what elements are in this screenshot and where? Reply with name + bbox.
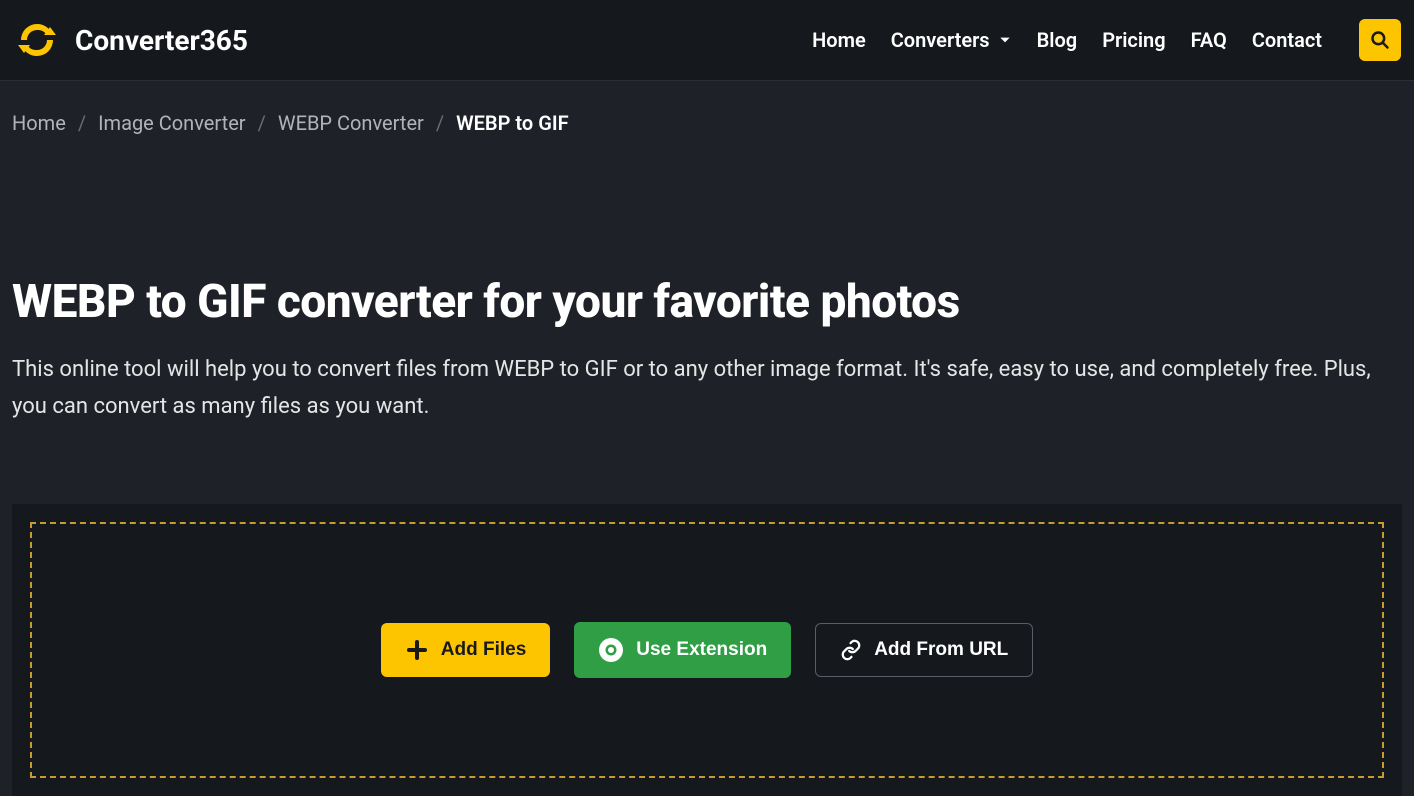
page-subtitle: This online tool will help you to conver… [12, 351, 1402, 426]
main-content: Home / Image Converter / WEBP Converter … [0, 81, 1414, 796]
add-files-button[interactable]: Add Files [381, 623, 551, 677]
search-button[interactable] [1359, 19, 1401, 61]
upload-panel: Add Files Use Extension [12, 504, 1402, 796]
breadcrumb-current: WEBP to GIF [456, 111, 568, 135]
nav-converters-label: Converters [891, 28, 990, 52]
nav-faq[interactable]: FAQ [1191, 28, 1227, 52]
page-title: WEBP to GIF converter for your favorite … [12, 275, 1402, 329]
nav-pricing[interactable]: Pricing [1102, 28, 1165, 52]
use-extension-label: Use Extension [636, 639, 767, 661]
hero: WEBP to GIF converter for your favorite … [12, 165, 1402, 486]
chevron-down-icon [998, 33, 1012, 47]
main-nav: Home Converters Blog Pricing FAQ Contact [812, 19, 1401, 61]
nav-converters[interactable]: Converters [891, 28, 1012, 52]
use-extension-button[interactable]: Use Extension [574, 622, 791, 678]
upload-dropzone[interactable]: Add Files Use Extension [30, 522, 1384, 778]
add-from-url-button[interactable]: Add From URL [815, 623, 1033, 677]
add-from-url-label: Add From URL [874, 639, 1008, 661]
logo-area[interactable]: Converter365 [13, 16, 248, 64]
header: Converter365 Home Converters Blog Pricin… [0, 0, 1414, 81]
breadcrumb-separator: / [436, 111, 444, 135]
nav-contact[interactable]: Contact [1252, 28, 1322, 52]
breadcrumb-image-converter[interactable]: Image Converter [98, 111, 245, 135]
logo-icon [13, 16, 61, 64]
add-files-label: Add Files [441, 639, 527, 661]
brand-name: Converter365 [75, 24, 248, 57]
plus-icon [405, 638, 429, 662]
breadcrumb-separator: / [258, 111, 266, 135]
nav-blog[interactable]: Blog [1037, 28, 1078, 52]
breadcrumb-webp-converter[interactable]: WEBP Converter [278, 111, 424, 135]
breadcrumb: Home / Image Converter / WEBP Converter … [12, 81, 1402, 165]
breadcrumb-home[interactable]: Home [12, 111, 66, 135]
link-icon [840, 639, 862, 661]
search-icon [1370, 30, 1390, 50]
nav-home[interactable]: Home [812, 28, 866, 52]
chrome-icon [598, 637, 624, 663]
breadcrumb-separator: / [78, 111, 86, 135]
